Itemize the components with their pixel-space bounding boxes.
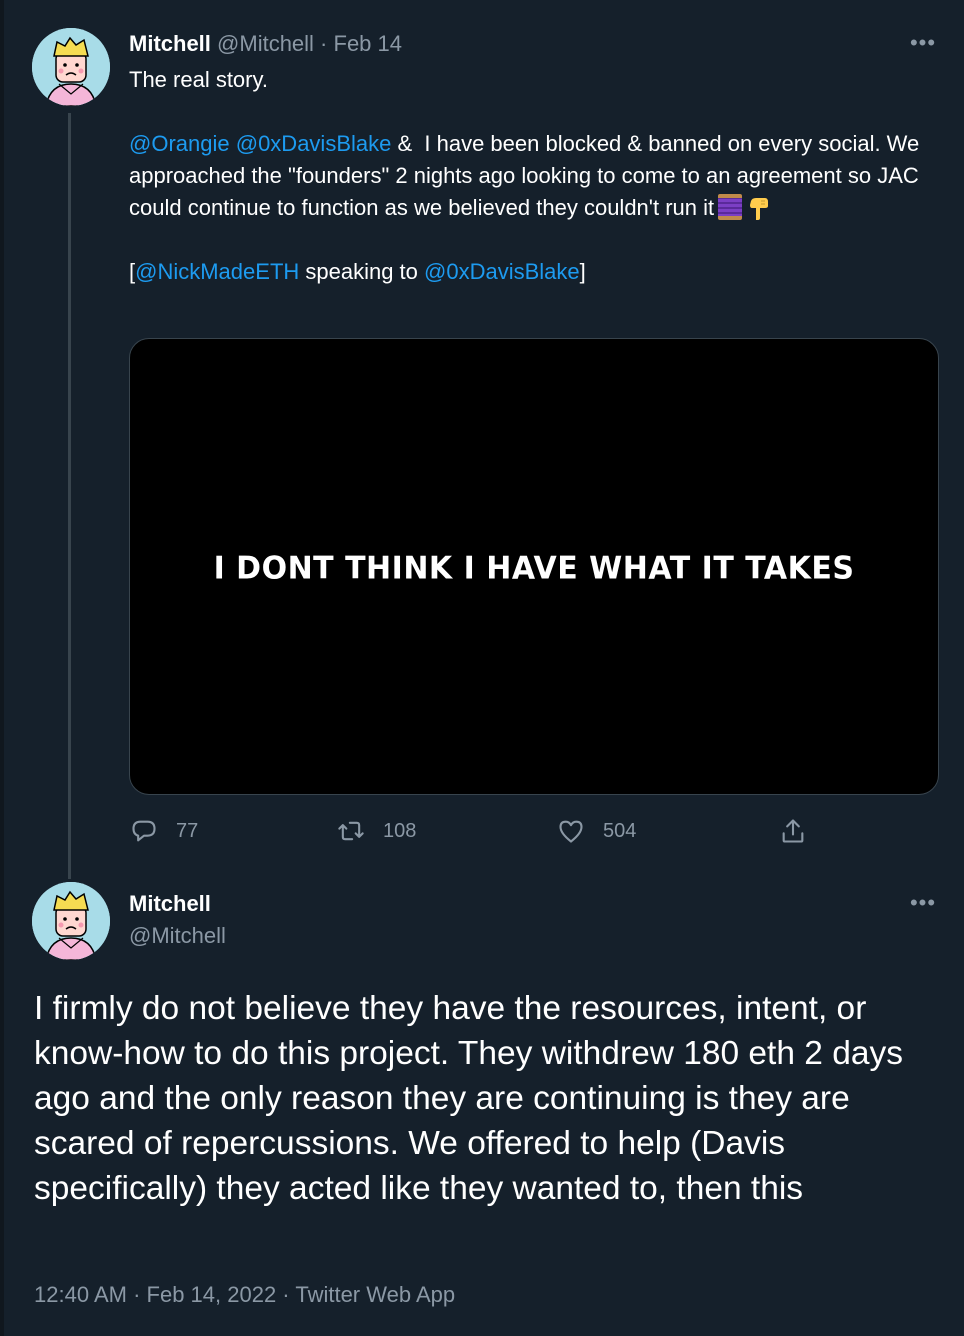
tweet1-paragraph2: @Orangie @0xDavisBlake & I have been blo… [129, 128, 941, 224]
video-caption: I DONT THINK I HAVE WHAT IT TAKES [213, 550, 855, 587]
more-icon[interactable]: ••• [908, 32, 938, 58]
like-button[interactable]: 504 [557, 815, 636, 847]
tweet2-separator2: · [276, 1282, 296, 1307]
share-icon [782, 819, 804, 843]
tweet2-author-handle[interactable]: @Mitchell [129, 922, 226, 950]
share-button[interactable] [779, 815, 825, 847]
pointing-down-emoji-icon [750, 198, 769, 220]
tweet2-source[interactable]: Twitter Web App [295, 1282, 455, 1307]
tweet1-header: Mitchell @Mitchell · Feb 14 [129, 30, 402, 58]
retweet-button[interactable]: 108 [337, 815, 416, 847]
video-media[interactable]: I DONT THINK I HAVE WHAT IT TAKES [129, 338, 939, 795]
tweet1-date[interactable]: Feb 14 [334, 31, 403, 56]
bracket-close: ] [579, 259, 586, 284]
tweet2-author-name[interactable]: Mitchell [129, 890, 211, 918]
tweet2-date[interactable]: Feb 14, 2022 [147, 1282, 277, 1307]
tweet2-time[interactable]: 12:40 AM [34, 1282, 127, 1307]
reply-button[interactable]: 77 [130, 815, 198, 847]
thread-connector-line [68, 113, 71, 879]
tweet2-text: I firmly do not believe they have the re… [34, 990, 913, 1207]
mention-nickmadeeth[interactable]: @NickMadeETH [135, 259, 299, 284]
tweet1-paragraph3: [@NickMadeETH speaking to @0xDavisBlake] [129, 256, 941, 288]
thread-spool-emoji-icon [718, 194, 743, 220]
avatar-illustration-2 [32, 882, 110, 960]
tweet-thread: Mitchell @Mitchell · Feb 14 ••• The real… [0, 0, 964, 1336]
avatar-illustration [32, 28, 110, 106]
tweet1-author-handle[interactable]: @Mitchell [217, 31, 314, 56]
tweet1-author-name[interactable]: Mitchell [129, 31, 211, 56]
retweet-icon [338, 821, 364, 841]
mention-0xdavisblake[interactable]: @0xDavisBlake [236, 131, 392, 156]
mention-orangie[interactable]: @Orangie [129, 131, 230, 156]
like-icon [559, 820, 583, 843]
avatar[interactable] [32, 28, 110, 106]
more-icon-2[interactable]: ••• [908, 892, 938, 918]
avatar-2[interactable] [32, 882, 110, 960]
reply-count: 77 [176, 819, 199, 842]
like-count: 504 [603, 819, 637, 842]
tweet1-line1: The real story. [129, 67, 268, 92]
speaking-to-text: speaking to [299, 259, 425, 284]
retweet-count: 108 [383, 819, 417, 842]
tweet1-text: The real story. @Orangie @0xDavisBlake &… [129, 64, 941, 288]
tweet2-meta: 12:40 AM · Feb 14, 2022 · Twitter Web Ap… [34, 1280, 455, 1310]
tweet1-separator: · [313, 31, 334, 56]
mention-0xdavisblake-2[interactable]: @0xDavisBlake [424, 259, 580, 284]
tweet2-separator1: · [126, 1282, 147, 1307]
reply-icon [132, 820, 156, 842]
